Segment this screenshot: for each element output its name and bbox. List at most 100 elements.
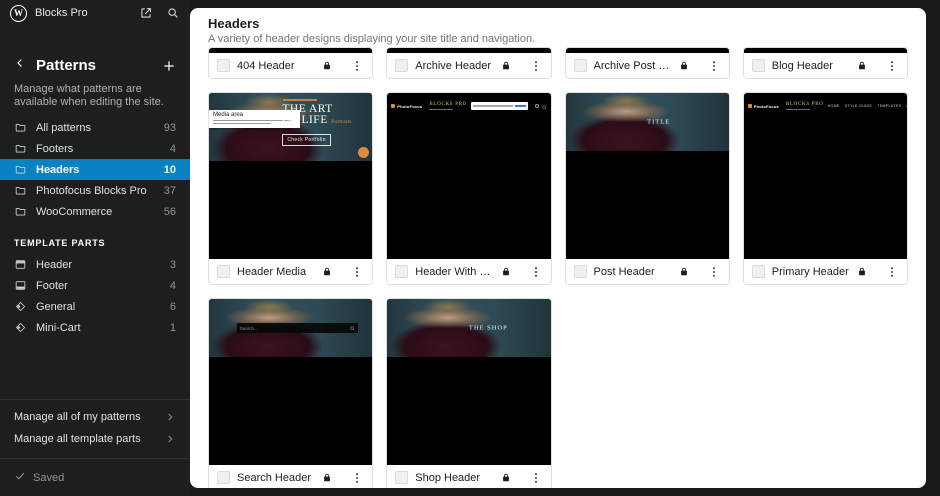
pattern-actions-button[interactable] <box>350 59 364 73</box>
pattern-actions-button[interactable] <box>529 471 543 485</box>
pattern-actions-button[interactable] <box>350 265 364 279</box>
sidebar-item-count: 93 <box>164 122 176 134</box>
pattern-name: Header Media <box>237 266 306 278</box>
pattern-actions-button[interactable] <box>350 471 364 485</box>
sidebar-item-footers[interactable]: Footers4 <box>0 138 190 159</box>
pattern-preview[interactable] <box>209 48 372 53</box>
chevron-right-icon <box>164 411 176 423</box>
lock-icon <box>679 266 689 277</box>
search-icon <box>542 97 547 115</box>
wordpress-logo-icon[interactable]: W <box>10 5 27 22</box>
header-part-icon <box>14 258 27 271</box>
sidebar-item-label: All patterns <box>36 122 91 134</box>
sidebar-item-label: Footer <box>36 280 68 292</box>
pattern-card-footer: 404 Header <box>209 53 372 78</box>
folder-icon <box>14 163 27 176</box>
pattern-preview[interactable]: PhotoFocusBLOCKS PROHOMESTYLE GUIDETEMPL… <box>744 93 907 259</box>
pattern-select-checkbox[interactable] <box>395 59 408 72</box>
lock-icon <box>501 60 511 71</box>
pattern-select-checkbox[interactable] <box>395 265 408 278</box>
general-part-icon <box>14 300 27 313</box>
save-status-label: Saved <box>33 472 64 484</box>
preview-title-text: THE SHOP <box>469 325 508 332</box>
preview-search-bar: Search... <box>237 323 358 333</box>
back-chevron-icon[interactable] <box>13 56 27 75</box>
pattern-preview[interactable]: Search... <box>209 299 372 465</box>
pattern-preview[interactable]: PhotoFocusBLOCKS PRO <box>387 93 550 259</box>
pattern-actions-button[interactable] <box>707 59 721 73</box>
pattern-select-checkbox[interactable] <box>217 59 230 72</box>
pattern-actions-button[interactable] <box>529 59 543 73</box>
pattern-select-checkbox[interactable] <box>395 471 408 484</box>
sidebar-item-woocommerce[interactable]: WooCommerce56 <box>0 201 190 222</box>
sidebar-item-label: Photofocus Blocks Pro <box>36 185 147 197</box>
pattern-select-checkbox[interactable] <box>217 265 230 278</box>
patterns-panel: Headers A variety of header designs disp… <box>190 8 926 488</box>
pattern-select-checkbox[interactable] <box>574 265 587 278</box>
template-parts-label: TEMPLATE PARTS <box>0 238 190 248</box>
lock-icon <box>679 60 689 71</box>
manage-all-template-parts-link[interactable]: Manage all template parts <box>0 428 190 450</box>
pattern-card-footer: Shop Header <box>387 465 550 488</box>
pattern-select-checkbox[interactable] <box>752 59 765 72</box>
pattern-preview-photo: Media areaTHE ARTOF LIFE PortraitsCheck … <box>209 93 372 161</box>
pattern-preview[interactable]: Media areaTHE ARTOF LIFE PortraitsCheck … <box>209 93 372 259</box>
pattern-card-footer: Search Header <box>209 465 372 488</box>
sidebar-item-footer[interactable]: Footer4 <box>0 275 190 296</box>
sidebar-item-headers[interactable]: Headers10 <box>0 159 190 180</box>
manage-all-of-my-patterns-link[interactable]: Manage all of my patterns <box>0 406 190 428</box>
sidebar-item-label: Header <box>36 259 72 271</box>
create-pattern-button[interactable] <box>161 58 177 74</box>
pattern-card-search-header: Search... Search Header <box>208 298 373 488</box>
pattern-name: Archive Header <box>415 60 491 72</box>
pattern-grid: 404 Header Archive Header Archive Post Hea… <box>208 47 908 488</box>
sidebar-item-mini-cart[interactable]: Mini-Cart1 <box>0 317 190 338</box>
pattern-select-checkbox[interactable] <box>574 59 587 72</box>
chevron-right-icon <box>164 433 176 445</box>
pattern-name: Primary Header <box>772 266 849 278</box>
pattern-actions-button[interactable] <box>885 265 899 279</box>
sidebar-bottom: Manage all of my patterns Manage all temp… <box>0 399 190 496</box>
sidebar-item-general[interactable]: General6 <box>0 296 190 317</box>
pattern-preview[interactable]: TITLE <box>566 93 729 259</box>
pattern-preview[interactable] <box>744 48 907 53</box>
manage-link-label: Manage all template parts <box>14 433 141 445</box>
search-icon[interactable] <box>166 6 180 20</box>
pattern-card-archive-header: Archive Header <box>386 47 551 79</box>
pattern-actions-button[interactable] <box>885 59 899 73</box>
lock-icon <box>501 472 511 483</box>
pattern-name: Archive Post Header <box>594 60 672 72</box>
pattern-preview[interactable]: THE SHOP <box>387 299 550 465</box>
pattern-name: Header With Social Search <box>415 266 493 278</box>
preview-navbar: PhotoFocusBLOCKS PRO <box>387 93 550 115</box>
pattern-preview-photo: THE SHOP <box>387 299 550 357</box>
pattern-preview-photo: TITLE <box>566 93 729 151</box>
pattern-card-shop-header: THE SHOP Shop Header <box>386 298 551 488</box>
pattern-actions-button[interactable] <box>707 265 721 279</box>
pattern-preview-photo: Search... <box>209 299 372 357</box>
sidebar-item-photofocus-blocks-pro[interactable]: Photofocus Blocks Pro 37 <box>0 180 190 201</box>
pattern-preview[interactable] <box>566 48 729 53</box>
search-icon <box>350 326 355 331</box>
social-icon <box>535 104 539 108</box>
sidebar-item-header[interactable]: Header3 <box>0 254 190 275</box>
hero-text: THE ARTOF LIFE PortraitsCheck Portfolio <box>282 99 367 146</box>
pattern-card-primary-header: PhotoFocusBLOCKS PROHOMESTYLE GUIDETEMPL… <box>743 92 908 285</box>
pattern-card-post-header: TITLEPost Header <box>565 92 730 285</box>
site-title: Blocks Pro <box>35 7 88 19</box>
pattern-card-footer: Header With Social Search <box>387 259 550 284</box>
check-icon <box>14 470 26 485</box>
pattern-select-checkbox[interactable] <box>217 471 230 484</box>
pattern-card-header-with-social-search: PhotoFocusBLOCKS PRO Header With Social S… <box>386 92 551 285</box>
sidebar-item-count: 37 <box>164 185 176 197</box>
pattern-card-footer: Archive Header <box>387 53 550 78</box>
sidebar-item-all-patterns[interactable]: All patterns 93 <box>0 117 190 138</box>
pattern-card-header-media: Media areaTHE ARTOF LIFE PortraitsCheck … <box>208 92 373 285</box>
view-site-external-link-icon[interactable] <box>139 6 153 20</box>
pattern-card-archive-post-header: Archive Post Header <box>565 47 730 79</box>
pattern-preview[interactable] <box>387 48 550 53</box>
folder-icon <box>14 205 27 218</box>
pattern-actions-button[interactable] <box>529 265 543 279</box>
pattern-select-checkbox[interactable] <box>752 265 765 278</box>
patterns-description: Manage what patterns are available when … <box>0 83 190 109</box>
